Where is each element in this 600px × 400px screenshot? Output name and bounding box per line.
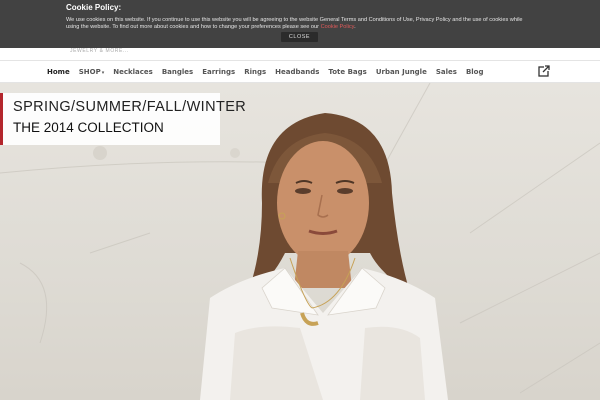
collection-banner: SPRING/SUMMER/FALL/WINTER THE 2014 COLLE… bbox=[0, 93, 247, 145]
nav-item-rings[interactable]: Rings bbox=[244, 68, 266, 76]
nav-item-headbands[interactable]: Headbands bbox=[275, 68, 319, 76]
nav-item-tote-bags[interactable]: Tote Bags bbox=[328, 68, 366, 76]
nav-items: Home SHOP▾ Necklaces Bangles Earrings Ri… bbox=[47, 61, 493, 82]
banner-collection: THE 2014 COLLECTION bbox=[13, 120, 164, 135]
nav-item-sales[interactable]: Sales bbox=[436, 68, 457, 76]
hero-section: SPRING/SUMMER/FALL/WINTER THE 2014 COLLE… bbox=[0, 83, 600, 400]
cookie-close-button[interactable]: CLOSE bbox=[281, 32, 318, 42]
cookie-banner: Cookie Policy: We use cookies on this we… bbox=[0, 0, 600, 48]
brand-tagline: JEWELRY & MORE... bbox=[70, 48, 129, 54]
nav-item-shop[interactable]: SHOP▾ bbox=[79, 68, 105, 76]
nav-item-blog[interactable]: Blog bbox=[466, 68, 484, 76]
nav-item-necklaces[interactable]: Necklaces bbox=[113, 68, 153, 76]
nav-item-shop-label: SHOP bbox=[78, 67, 101, 76]
external-share-icon[interactable] bbox=[538, 65, 550, 77]
cookie-policy-link[interactable]: Cookie Policy bbox=[321, 24, 354, 30]
cookie-text: We use cookies on this website. If you c… bbox=[66, 17, 523, 30]
cookie-body: We use cookies on this website. If you c… bbox=[66, 17, 523, 30]
nav-item-urban-jungle[interactable]: Urban Jungle bbox=[376, 68, 427, 76]
nav-item-bangles[interactable]: Bangles bbox=[162, 68, 193, 76]
nav-item-earrings[interactable]: Earrings bbox=[202, 68, 235, 76]
cookie-title: Cookie Policy: bbox=[66, 3, 122, 12]
banner-seasons: SPRING/SUMMER/FALL/WINTER bbox=[13, 99, 247, 115]
nav-item-home[interactable]: Home bbox=[47, 68, 70, 76]
chevron-down-icon: ▾ bbox=[101, 69, 105, 76]
main-nav: Home SHOP▾ Necklaces Bangles Earrings Ri… bbox=[0, 60, 600, 83]
